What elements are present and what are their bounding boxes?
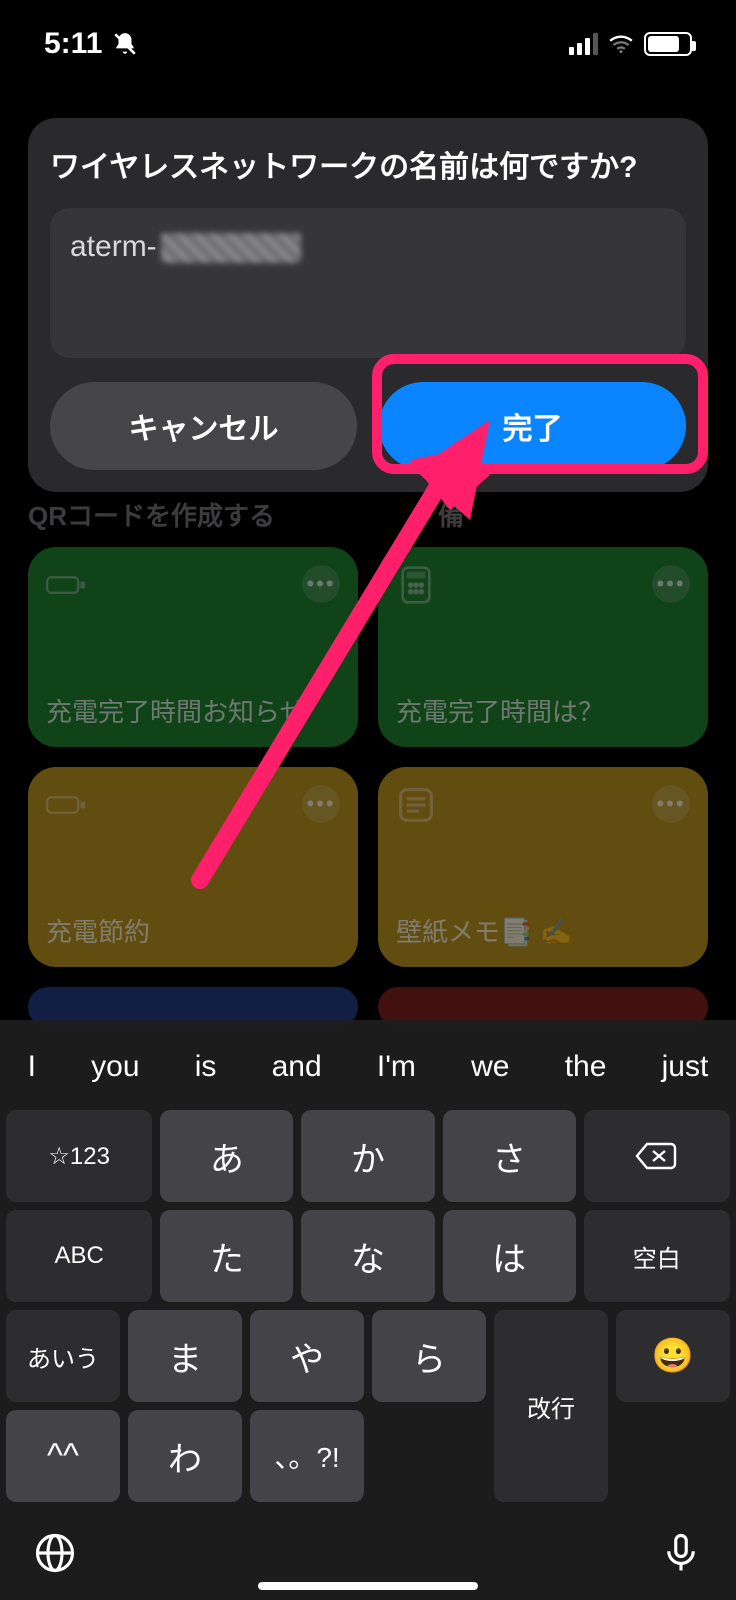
key[interactable]: 、。?! bbox=[250, 1410, 364, 1502]
suggestion-bar: I you is and I'm we the just bbox=[0, 1032, 736, 1102]
suggestion[interactable]: and bbox=[266, 1050, 328, 1084]
keyboard: I you is and I'm we the just ☆123 あ か さ … bbox=[0, 1020, 736, 1600]
suggestion[interactable]: just bbox=[656, 1050, 715, 1084]
suggestion[interactable]: the bbox=[559, 1050, 613, 1084]
cellular-icon bbox=[569, 33, 598, 55]
key[interactable]: な bbox=[301, 1210, 434, 1302]
key[interactable]: さ bbox=[443, 1110, 576, 1202]
network-name-input[interactable]: aterm- bbox=[50, 208, 686, 358]
key[interactable]: た bbox=[160, 1210, 293, 1302]
input-value-prefix: aterm- bbox=[70, 230, 157, 263]
key-abc[interactable]: ABC bbox=[6, 1210, 152, 1302]
key-space[interactable]: 空白 bbox=[584, 1210, 730, 1302]
globe-icon[interactable] bbox=[34, 1532, 76, 1574]
silent-icon bbox=[112, 31, 138, 57]
mic-icon[interactable] bbox=[660, 1532, 702, 1574]
home-indicator[interactable] bbox=[258, 1582, 478, 1590]
cancel-button[interactable]: キャンセル bbox=[50, 382, 357, 470]
status-bar: 5:11 bbox=[0, 0, 736, 88]
suggestion[interactable]: I bbox=[22, 1050, 42, 1084]
battery-icon bbox=[644, 32, 692, 56]
key[interactable]: か bbox=[301, 1110, 434, 1202]
clock: 5:11 bbox=[44, 27, 102, 61]
suggestion[interactable]: I'm bbox=[371, 1050, 422, 1084]
key-kana[interactable]: あいう bbox=[6, 1310, 120, 1402]
status-left: 5:11 bbox=[44, 27, 138, 61]
key[interactable]: は bbox=[443, 1210, 576, 1302]
key[interactable]: ^^ bbox=[6, 1410, 120, 1502]
key-numbers[interactable]: ☆123 bbox=[6, 1110, 152, 1202]
suggestion[interactable]: is bbox=[189, 1050, 223, 1084]
text-prompt-dialog: ワイヤレスネットワークの名前は何ですか? aterm- キャンセル 完了 bbox=[28, 118, 708, 492]
key[interactable]: あ bbox=[160, 1110, 293, 1202]
backspace-icon bbox=[635, 1140, 679, 1172]
key[interactable]: ら bbox=[372, 1310, 486, 1402]
input-value-obscured bbox=[161, 233, 301, 263]
done-button[interactable]: 完了 bbox=[379, 382, 686, 470]
key[interactable]: わ bbox=[128, 1410, 242, 1502]
key-emoji[interactable]: 😀 bbox=[616, 1310, 730, 1402]
key[interactable]: ま bbox=[128, 1310, 242, 1402]
status-right bbox=[569, 32, 692, 56]
dialog-title: ワイヤレスネットワークの名前は何ですか? bbox=[50, 142, 686, 186]
key-backspace[interactable] bbox=[584, 1110, 730, 1202]
key-enter[interactable]: 改行 bbox=[494, 1310, 608, 1502]
suggestion[interactable]: you bbox=[85, 1050, 145, 1084]
key[interactable]: や bbox=[250, 1310, 364, 1402]
suggestion[interactable]: we bbox=[465, 1050, 515, 1084]
wifi-icon bbox=[608, 34, 634, 54]
